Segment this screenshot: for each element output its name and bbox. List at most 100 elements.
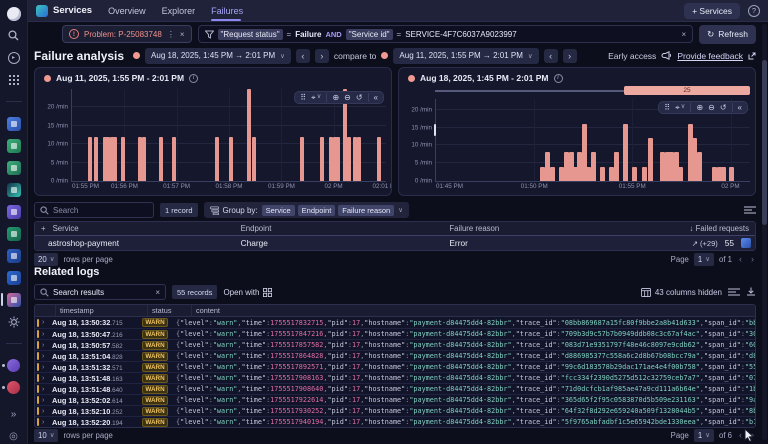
next-page-button[interactable]: › [749, 254, 756, 264]
prev-page-button[interactable]: ‹ [737, 430, 744, 440]
info-icon[interactable]: i [189, 74, 198, 83]
app-tile-dashboards[interactable] [0, 159, 28, 176]
row-expand-chevron[interactable]: › [42, 364, 52, 371]
group-by-chip[interactable]: Endpoint [298, 205, 336, 216]
table-row[interactable]: astroshop-payment Charge Error ↗(+29) 55 [35, 235, 755, 250]
group-by-chip[interactable]: Failure reason [338, 205, 394, 216]
row-expand-chevron[interactable]: › [42, 397, 52, 404]
chevron-down-icon[interactable]: ∨ [398, 206, 403, 214]
service-name-cell[interactable]: astroshop-payment [35, 238, 237, 248]
log-row[interactable]: ›Aug 18, 13:51:04.828WARN{"level":"warn"… [35, 350, 755, 361]
download-icon[interactable] [746, 287, 756, 297]
app-tile-infrastructure[interactable] [0, 203, 28, 220]
kebab-icon[interactable]: ⋮ [167, 30, 175, 39]
col-failure-reason[interactable]: Failure reason [445, 224, 647, 233]
timeframe-prev-button[interactable]: ‹ [296, 49, 310, 63]
col-failed-requests[interactable]: ↓ Failed requests [647, 224, 755, 233]
problem-filter-pill[interactable]: ! Problem: P-25083748 ⋮ × [62, 25, 192, 43]
row-density-icon[interactable] [728, 287, 740, 297]
target-icon[interactable]: ◎ [0, 428, 28, 444]
dynatrace-logo[interactable] [0, 5, 28, 22]
zoom-select-tool-icon[interactable]: ⌖∨ [311, 94, 321, 102]
expand-sidebar-icon[interactable]: » [0, 406, 28, 423]
collapse-toolbar-icon[interactable]: « [738, 104, 742, 112]
col-service[interactable]: Service [53, 224, 79, 233]
remove-problem-filter-icon[interactable]: × [180, 30, 185, 39]
table-settings-icon[interactable] [744, 205, 756, 215]
filter-query-input[interactable]: "Request status" = Failure AND "Service … [198, 25, 694, 43]
row-expand-chevron[interactable]: › [42, 342, 52, 349]
drag-handle-icon[interactable]: ⠿ [664, 104, 670, 112]
zoom-in-icon[interactable]: ⊕ [696, 104, 703, 112]
table-search-input[interactable]: Search [34, 202, 154, 218]
reset-zoom-icon[interactable]: ↺ [356, 94, 363, 102]
search-icon[interactable] [0, 27, 28, 44]
drag-handle-icon[interactable]: ⠿ [300, 94, 306, 102]
logs-rows-per-page-select[interactable]: 10∨ [34, 429, 58, 442]
page-select[interactable]: 1∨ [694, 253, 714, 266]
help-icon[interactable]: ? [748, 5, 760, 17]
main-timeframe-picker[interactable]: Aug 18, 2025, 1:45 PM → 2:01 PM ∨ [145, 48, 291, 64]
tab-failures[interactable]: Failures [211, 0, 243, 22]
log-row[interactable]: ›Aug 18, 13:50:57.582WARN{"level":"warn"… [35, 339, 755, 350]
add-services-button[interactable]: + Services [684, 3, 740, 19]
zoom-out-icon[interactable]: ⊖ [708, 104, 715, 112]
collapse-toolbar-icon[interactable]: « [374, 94, 378, 102]
row-expand-chevron[interactable]: › [42, 386, 52, 393]
row-expand-chevron[interactable]: › [42, 375, 52, 382]
refresh-button[interactable]: ↻ Refresh [699, 25, 756, 44]
log-row[interactable]: ›Aug 18, 13:52:10.252WARN{"level":"warn"… [35, 405, 755, 416]
row-expand-chevron[interactable]: › [42, 353, 52, 360]
compare-prev-button[interactable]: ‹ [544, 49, 558, 63]
prev-page-button[interactable]: ‹ [737, 254, 744, 264]
app-tile-kubernetes[interactable] [0, 181, 28, 198]
provide-feedback-link[interactable]: Provide feedback [677, 51, 743, 61]
app-tile-clouds[interactable] [0, 115, 28, 132]
tab-overview[interactable]: Overview [108, 0, 146, 22]
compare-timeframe-picker[interactable]: Aug 11, 2025, 1:55 PM → 2:01 PM ∨ [393, 48, 538, 64]
log-row[interactable]: ›Aug 18, 13:51:48.163WARN{"level":"warn"… [35, 372, 755, 383]
columns-hidden-button[interactable]: 43 columns hidden [641, 288, 722, 297]
page-scrollbar[interactable] [762, 24, 767, 440]
logs-page-select[interactable]: 1∨ [694, 429, 714, 442]
log-row[interactable]: ›Aug 18, 13:50:47.216WARN{"level":"warn"… [35, 328, 755, 339]
tab-explorer[interactable]: Explorer [162, 0, 196, 22]
group-by-chip[interactable]: Service [262, 205, 295, 216]
zoom-out-icon[interactable]: ⊖ [344, 94, 351, 102]
filter-field-chip-2[interactable]: "Service id" [346, 29, 393, 40]
selected-range-band[interactable]: 25 [624, 86, 750, 95]
group-by-control[interactable]: Group by: ServiceEndpointFailure reason … [204, 202, 409, 218]
app-circle-problems[interactable] [0, 379, 28, 396]
clear-search-icon[interactable]: × [155, 288, 160, 297]
chart-overview-strip[interactable]: 25 [435, 86, 750, 95]
app-tile-logs[interactable] [0, 225, 28, 242]
log-row[interactable]: ›Aug 18, 13:50:32.715WARN{"level":"warn"… [35, 317, 755, 328]
col-content[interactable]: content [191, 305, 755, 316]
log-row[interactable]: ›Aug 18, 13:51:48.640WARN{"level":"warn"… [35, 383, 755, 394]
reset-zoom-icon[interactable]: ↺ [720, 104, 727, 112]
filter-field-chip[interactable]: "Request status" [218, 29, 283, 40]
zoom-in-icon[interactable]: ⊕ [332, 94, 339, 102]
row-expand-chevron[interactable]: › [42, 319, 52, 326]
open-with-button[interactable]: Open with [223, 288, 272, 297]
scrollbar-thumb[interactable] [762, 60, 767, 225]
app-circle-davis[interactable] [0, 357, 28, 374]
log-row[interactable]: ›Aug 18, 13:52:20.194WARN{"level":"warn"… [35, 416, 755, 427]
rows-per-page-select[interactable]: 20∨ [34, 253, 58, 266]
app-tile-services-active[interactable] [0, 291, 28, 308]
zoom-select-tool-icon[interactable]: ⌖∨ [675, 104, 685, 112]
compare-next-button[interactable]: › [563, 49, 577, 63]
service-entity-icon[interactable] [741, 238, 751, 248]
expand-all-icon[interactable]: + [41, 224, 46, 233]
info-icon[interactable]: i [554, 74, 563, 83]
row-expand-chevron[interactable]: › [42, 331, 52, 338]
apps-grid-icon[interactable] [0, 71, 28, 88]
app-tile-notebook[interactable] [0, 137, 28, 154]
logs-search-input[interactable]: Search results × [34, 284, 166, 300]
log-row[interactable]: ›Aug 18, 13:52:02.614WARN{"level":"warn"… [35, 394, 755, 405]
filter-value[interactable]: Failure [295, 30, 321, 39]
app-tile-distributed-tracing[interactable] [0, 247, 28, 264]
row-expand-chevron[interactable]: › [42, 419, 52, 426]
col-endpoint[interactable]: Endpoint [237, 224, 446, 233]
col-timestamp[interactable]: timestamp [55, 305, 147, 316]
